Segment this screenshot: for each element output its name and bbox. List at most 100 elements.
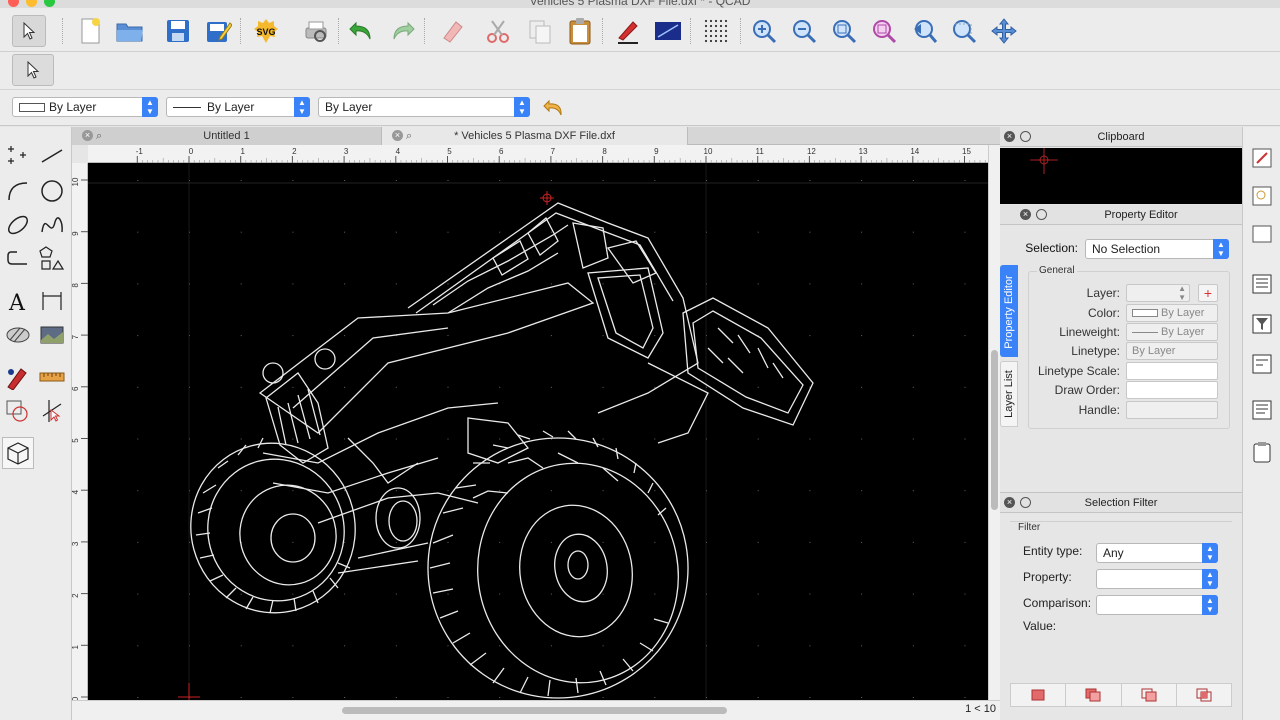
linetype-scale-field[interactable] xyxy=(1126,362,1218,380)
undo-icon xyxy=(349,21,371,40)
horizontal-scroll-thumb[interactable] xyxy=(342,707,727,714)
grid-dot xyxy=(757,438,759,440)
zoom-window-icon xyxy=(953,20,977,44)
new-button[interactable] xyxy=(74,15,106,47)
list-dock-button[interactable] xyxy=(1249,271,1275,297)
filter-dock-button[interactable] xyxy=(1249,311,1275,337)
circle-tool-button[interactable] xyxy=(36,175,68,207)
history-dock-button[interactable] xyxy=(1249,397,1275,423)
spline-tool-button[interactable] xyxy=(36,209,68,241)
measure-tool-button[interactable] xyxy=(36,361,68,393)
grid-dot xyxy=(912,541,914,543)
image-tool-button[interactable] xyxy=(36,319,68,351)
polyline-tool-button[interactable] xyxy=(2,243,34,275)
select-all-button[interactable] xyxy=(1011,684,1067,706)
lineweight-field: By Layer xyxy=(1126,323,1218,341)
zoom-window-button[interactable] xyxy=(948,15,980,47)
pointer-button[interactable] xyxy=(12,54,54,86)
select-tool-button[interactable] xyxy=(12,15,46,47)
arc-tool-button[interactable] xyxy=(2,175,34,207)
property-select[interactable]: ▲ ▼ xyxy=(1096,569,1218,589)
shapes-tool-button[interactable] xyxy=(36,243,68,275)
grid-button[interactable] xyxy=(700,15,732,47)
zoom-out-icon xyxy=(793,20,817,44)
drawing-canvas[interactable] xyxy=(88,163,988,700)
add-layer-button[interactable]: + xyxy=(1198,284,1218,302)
layers-dock-button[interactable] xyxy=(1249,145,1275,171)
comparison-select[interactable]: ▲ ▼ xyxy=(1096,595,1218,615)
grid-dot xyxy=(447,231,449,233)
zoom-auto-button[interactable] xyxy=(828,15,860,47)
close-tab-icon[interactable]: × xyxy=(82,130,93,141)
save-as-button[interactable] xyxy=(203,15,235,47)
redo-button[interactable] xyxy=(386,15,418,47)
modify-tool-button[interactable] xyxy=(2,395,34,427)
save-button[interactable] xyxy=(162,15,194,47)
close-dock-icon[interactable]: × xyxy=(1020,209,1031,220)
color-select[interactable]: By Layer ▲ ▼ xyxy=(12,97,158,117)
hatch-tool-button[interactable] xyxy=(2,319,34,351)
entity-type-select[interactable]: Any ▲ ▼ xyxy=(1096,543,1218,563)
eraser-button[interactable] xyxy=(436,15,468,47)
point-tool-button[interactable] xyxy=(2,139,34,171)
grid-dot xyxy=(757,490,759,492)
subtract-selection-button[interactable] xyxy=(1122,684,1177,706)
command-dock-button[interactable] xyxy=(1249,351,1275,377)
draw-pen-button[interactable] xyxy=(612,15,644,47)
pan-button[interactable] xyxy=(988,15,1020,47)
command-icon xyxy=(1252,354,1272,374)
entity-type-label: Entity type: xyxy=(1023,544,1083,558)
print-preview-button[interactable] xyxy=(300,15,332,47)
points-icon xyxy=(8,146,26,164)
selection-select[interactable]: No Selection ▲ ▼ xyxy=(1085,239,1229,259)
draw-tool-button[interactable] xyxy=(2,361,34,393)
entity-type-value: Any xyxy=(1103,546,1124,560)
ruler-label: 11 xyxy=(756,147,765,156)
copy-button[interactable] xyxy=(524,15,556,47)
export-svg-button[interactable]: SVG xyxy=(250,15,282,47)
3d-tool-button[interactable] xyxy=(2,437,34,469)
grid-dot xyxy=(447,645,449,647)
grid-dot xyxy=(809,335,811,337)
grid-dot xyxy=(709,34,713,38)
dimension-tool-button[interactable] xyxy=(36,285,68,317)
snap-tool-button[interactable] xyxy=(36,395,68,427)
ellipse-tool-button[interactable] xyxy=(2,209,34,241)
grid-dot xyxy=(292,541,294,543)
linetype-select[interactable]: By Layer ▲ ▼ xyxy=(166,97,310,117)
open-button[interactable] xyxy=(114,15,146,47)
blocks-dock-button[interactable] xyxy=(1249,183,1275,209)
zoom-out-button[interactable] xyxy=(788,15,820,47)
tab-property-editor[interactable]: Property Editor xyxy=(1000,265,1018,357)
zoom-in-button[interactable] xyxy=(748,15,780,47)
grid-dot xyxy=(240,593,242,595)
tab-vehicles-dxf[interactable]: × ⌕ * Vehicles 5 Plasma DXF File.dxf xyxy=(382,127,688,145)
add-selection-button[interactable] xyxy=(1066,684,1122,706)
cut-button[interactable] xyxy=(482,15,514,47)
tab-untitled-1[interactable]: × ⌕ Untitled 1 xyxy=(72,127,382,145)
ruler-label: 4 xyxy=(72,489,80,494)
clipboard-dock-button[interactable] xyxy=(1249,439,1275,465)
cube-icon xyxy=(7,442,29,465)
draft-mode-button[interactable] xyxy=(652,15,684,47)
dock-widget-bar xyxy=(1242,127,1280,720)
intersect-selection-button[interactable] xyxy=(1177,684,1231,706)
vertical-scroll-thumb[interactable] xyxy=(991,350,998,510)
pointer-icon xyxy=(27,61,40,79)
lineweight-select[interactable]: By Layer ▲ ▼ xyxy=(318,97,530,117)
tab-layer-list[interactable]: Layer List xyxy=(1000,361,1018,427)
undo-button[interactable] xyxy=(346,15,378,47)
reset-attributes-button[interactable] xyxy=(540,94,568,122)
line-tool-button[interactable] xyxy=(36,139,68,171)
zoom-selection-button[interactable] xyxy=(868,15,900,47)
linetype-field: By Layer xyxy=(1126,342,1218,360)
zoom-previous-button[interactable] xyxy=(908,15,940,47)
vertical-scrollbar[interactable] xyxy=(988,145,1000,705)
draw-order-field[interactable] xyxy=(1126,381,1218,399)
polyline-icon xyxy=(7,251,27,265)
paste-button[interactable] xyxy=(564,15,596,47)
close-tab-icon[interactable]: × xyxy=(392,130,403,141)
text-tool-button[interactable]: A xyxy=(2,285,34,317)
horizontal-scrollbar[interactable]: 1 < 10 xyxy=(72,700,1000,720)
library-dock-button[interactable] xyxy=(1249,221,1275,247)
